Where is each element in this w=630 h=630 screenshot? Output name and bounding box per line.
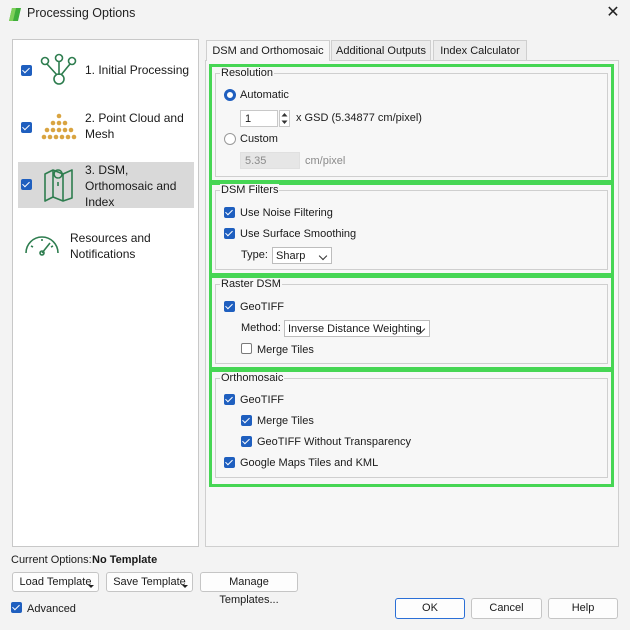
nav-item-point-cloud[interactable]: 2. Point Cloud and Mesh [13,104,198,148]
gsd-multiplier-input[interactable]: 1 [240,110,278,127]
dropdown-arrow-icon [182,585,188,588]
noise-filtering-checkbox[interactable] [224,207,235,218]
tab-additional-outputs[interactable]: Additional Outputs [331,40,431,60]
raster-geotiff-label: GeoTIFF [240,301,285,313]
no-transparency-label: GeoTIFF Without Transparency [257,436,412,448]
dropdown-arrow-icon [88,585,94,588]
ortho-merge-tiles-checkbox[interactable] [241,415,252,426]
chevron-down-icon [318,251,328,261]
surface-smoothing-label: Use Surface Smoothing [240,228,357,240]
save-template-button[interactable]: Save Template [106,572,193,592]
ok-button[interactable]: OK [395,598,465,619]
advanced-checkbox[interactable] [11,602,22,613]
map-icon [44,169,73,202]
tab-dsm-orthomosaic[interactable]: DSM and Orthomosaic [206,40,330,61]
no-transparency-checkbox[interactable] [241,436,252,447]
ortho-merge-tiles-label: Merge Tiles [257,415,314,427]
noise-filtering-label: Use Noise Filtering [240,207,333,219]
current-options-label: Current Options: [11,554,92,566]
raster-dsm-title: Raster DSM [220,278,282,290]
custom-resolution-input[interactable]: 5.35 [240,152,300,169]
smoothing-type-value: Sharp [276,250,306,262]
raster-geotiff-checkbox[interactable] [224,301,235,312]
gauge-icon [25,236,59,256]
ortho-geotiff-label: GeoTIFF [240,394,285,406]
google-maps-checkbox[interactable] [224,457,235,468]
load-template-label: Load Template [19,576,92,588]
gsd-spinner-arrows[interactable] [279,110,290,127]
automatic-radio[interactable] [224,89,236,101]
method-value: Inverse Distance Weighting [288,323,422,335]
nav-label-initial-processing: 1. Initial Processing [85,63,190,77]
nav-label-point-cloud-line1: 2. Point Cloud and [85,111,184,125]
smoothing-type-label: Type: [241,249,268,261]
smoothing-type-dropdown[interactable]: Sharp [272,247,332,264]
nav-item-resources[interactable]: Resources and Notifications [13,228,198,264]
ortho-geotiff-checkbox[interactable] [224,394,235,405]
window-title: Processing Options [27,6,136,20]
advanced-label: Advanced [27,603,76,615]
custom-label: Custom [240,133,278,145]
custom-radio[interactable] [224,133,236,145]
current-options-value: No Template [92,554,158,566]
raster-merge-tiles-label: Merge Tiles [257,344,314,356]
method-label: Method: [241,322,281,334]
tab-index-calculator[interactable]: Index Calculator [433,40,527,60]
google-maps-label: Google Maps Tiles and KML [240,457,379,469]
nav-label-dsm-line2: Orthomosaic and [85,179,177,193]
close-icon[interactable]: ✕ [604,4,622,22]
load-template-button[interactable]: Load Template [12,572,99,592]
resolution-title: Resolution [220,67,274,79]
nav-label-dsm-line1: 3. DSM, [85,163,129,177]
keypoints-icon [40,53,77,85]
nav-label-resources-line1: Resources and [70,231,151,245]
gsd-text: x GSD (5.34877 cm/pixel) [296,112,422,124]
nav-label-resources-line2: Notifications [70,247,136,261]
cancel-button[interactable]: Cancel [471,598,542,619]
save-template-label: Save Template [113,576,186,588]
dsm-filters-title: DSM Filters [220,184,280,196]
manage-templates-button[interactable]: Manage Templates... [200,572,298,606]
raster-merge-tiles-checkbox[interactable] [241,343,252,354]
custom-unit-label: cm/pixel [305,155,346,167]
nav-label-point-cloud-line2: Mesh [85,127,115,141]
nav-checkbox-initial-processing[interactable] [21,65,32,76]
nav-item-dsm-orthomosaic[interactable]: 3. DSM, Orthomosaic and Index [13,162,198,209]
nav-label-dsm-line3: Index [85,195,115,209]
nav-checkbox-point-cloud[interactable] [21,122,32,133]
app-icon [9,8,21,21]
help-button[interactable]: Help [548,598,618,619]
nav-checkbox-dsm-orthomosaic[interactable] [21,179,32,190]
options-nav-panel: 1. Initial Processing 2. Point Cloud and… [12,39,199,547]
nav-item-initial-processing[interactable]: 1. Initial Processing [13,50,198,90]
method-dropdown[interactable]: Inverse Distance Weighting [284,320,430,337]
automatic-label: Automatic [240,89,289,101]
orthomosaic-title: Orthomosaic [220,372,285,384]
surface-smoothing-checkbox[interactable] [224,228,235,239]
point-cloud-icon [41,113,77,140]
